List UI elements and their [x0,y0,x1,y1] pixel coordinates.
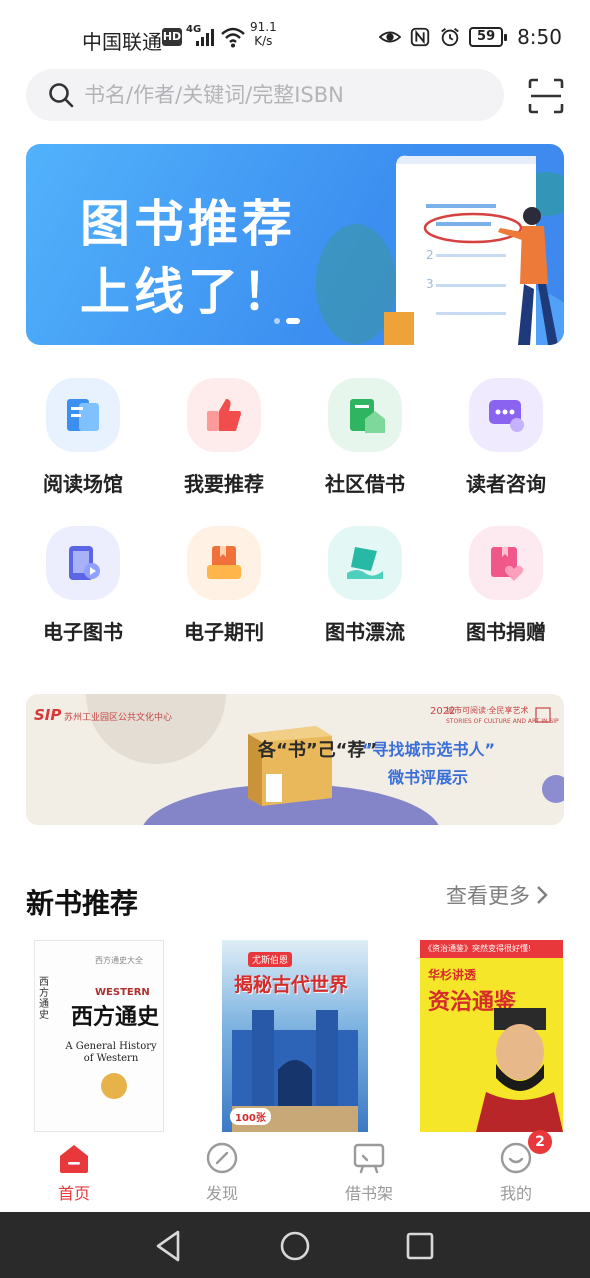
journal-icon [187,526,261,600]
book-spine-title: 西方通史 [39,977,49,1021]
emperor-illustration [476,1008,563,1132]
book-drift-icon [328,526,402,600]
signal-icon [196,28,216,46]
book-banner: 《资治通鉴》突然变得很好懂! [420,940,563,958]
book-author: 华杉讲透 [428,968,477,982]
smile-icon [500,1142,532,1174]
see-more-label: 查看更多 [446,884,530,908]
svg-text:3: 3 [426,277,434,291]
svg-text:2: 2 [426,248,434,262]
grid-item-donate[interactable]: 图书捐赠 [446,520,566,650]
slogan-cn: 城市可阅读·全民享艺术 [446,706,529,715]
campaign-year: 2022 [430,706,456,717]
scan-icon[interactable] [528,78,564,114]
alarm-icon [441,28,459,47]
campaign-banner[interactable]: SIP 苏州工业园区公共文化中心 2022 城市可阅读·全民享艺术 STORIE… [26,694,564,825]
grid-label: 读者咨询 [466,472,546,496]
nfc-icon [410,27,430,47]
compass-icon [206,1142,238,1174]
network-speed: 91.1 K/s [250,20,277,48]
campaign-title: “寻找城市选书人” [362,740,496,759]
campaign-subtitle: 微书评展示 [388,768,469,787]
grid-item-community[interactable]: 社区借书 [305,372,425,502]
grid-label: 图书捐赠 [466,620,546,644]
book-title: 揭秘古代世界 [234,974,349,996]
tab-label: 借书架 [344,1184,393,1203]
tab-bookshelf[interactable]: 借书架 [309,1132,429,1212]
home-icon [60,1145,88,1173]
book-series: 西方通史大全 [95,956,143,965]
recents-icon[interactable] [400,1226,440,1266]
section-title-new-books: 新书推荐 [26,887,139,920]
organizer-name: 苏州工业园区公共文化中心 [64,713,173,723]
status-bar: 中国联通 HD 4G 91.1 K/s 59 8:50 [0,0,590,70]
book-series: 尤斯伯恩 [248,952,293,967]
notification-badge: 2 [528,1130,552,1154]
thumbs-up-icon [187,378,261,452]
hd-icon: HD [162,28,182,46]
carousel-indicator [274,318,300,324]
search-bar[interactable] [26,69,504,121]
grid-label: 社区借书 [325,472,405,496]
grid-item-book-drift[interactable]: 图书漂流 [305,520,425,650]
grid-label: 电子期刊 [184,620,264,644]
chat-icon [469,378,543,452]
book-cover-western-history[interactable]: 西方通史大全 WESTERN 西方通史 西方通史 A General Histo… [34,940,164,1132]
carrier-name: 中国联通 [82,30,162,54]
back-icon[interactable] [150,1226,190,1266]
speed-value: 91.1 [250,20,277,34]
see-more-link[interactable]: 查看更多 [446,880,548,910]
search-input[interactable] [84,69,484,121]
speed-unit: K/s [254,34,273,48]
sip-logo: SIP [34,706,62,724]
banner-title-line1: 图书推荐 [80,195,296,253]
search-icon [49,83,74,108]
bottom-tab-bar: 首页 发现 借书架 2 我的 [0,1130,590,1212]
community-icon [328,378,402,452]
slogan-en: STORIES OF CULTURE AND ART IN SIP [446,718,559,725]
ebook-icon [46,526,120,600]
grid-item-journal[interactable]: 电子期刊 [164,520,284,650]
bookshelf-icon [353,1143,385,1174]
donate-icon [469,526,543,600]
promo-banner[interactable]: 2 3 图书推荐 上线了！ [26,144,564,345]
tab-label: 发现 [205,1184,238,1203]
clock: 8:50 [517,25,562,49]
system-nav-bar [0,1212,590,1278]
tab-home[interactable]: 首页 [14,1132,134,1212]
grid-item-ebook[interactable]: 电子图书 [23,520,143,650]
book-cover-ancient-world[interactable]: 尤斯伯恩 揭秘古代世界 100张 [222,940,368,1132]
book-brand: WESTERN [95,987,150,998]
wifi-icon [221,27,245,48]
grid-label: 我要推荐 [184,472,264,496]
home-button-icon[interactable] [275,1226,315,1266]
tab-label: 首页 [57,1184,90,1203]
grid-item-reading-hall[interactable]: 阅读场馆 [23,372,143,502]
tab-discover[interactable]: 发现 [162,1132,282,1212]
grid-item-recommend[interactable]: 我要推荐 [164,372,284,502]
book-cover-zizhi-tongjian[interactable]: 《资治通鉴》突然变得很好懂! 华杉讲透 资治通鉴 [420,940,563,1132]
chevron-right-icon [537,886,548,904]
book-title: 西方通史 [71,1004,160,1030]
book-badge: 100张 [230,1108,271,1125]
reading-hall-icon [46,378,120,452]
banner-title-line2: 上线了！ [80,263,296,321]
box-text: 各“书”己“荐” [258,740,378,761]
grid-label: 图书漂流 [325,620,405,644]
tab-label: 我的 [499,1184,532,1203]
grid-label: 电子图书 [43,620,123,644]
battery-icon: 59 [469,27,508,47]
campaign-slogan: 城市可阅读·全民享艺术 STORIES OF CULTURE AND ART I… [446,706,559,727]
tab-profile[interactable]: 2 我的 [456,1130,576,1212]
grid-item-consult[interactable]: 读者咨询 [446,372,566,502]
book-carousel: 西方通史大全 WESTERN 西方通史 西方通史 A General Histo… [0,940,590,1132]
book-subtitle-en: A General History of Western [65,1041,157,1064]
grid-label: 阅读场馆 [43,472,123,496]
book-seal [101,1073,127,1099]
eye-icon [379,31,402,43]
